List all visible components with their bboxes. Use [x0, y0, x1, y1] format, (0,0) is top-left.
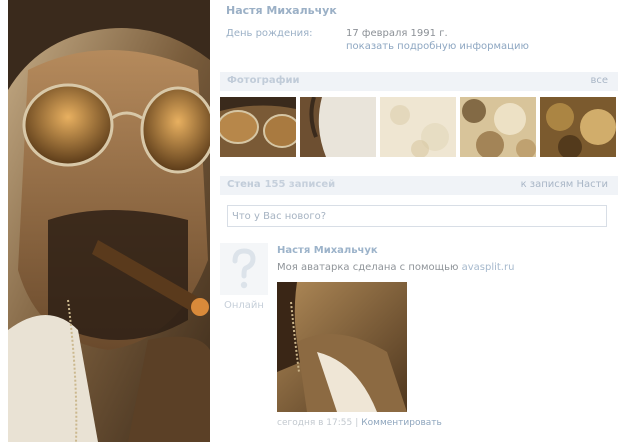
question-mark-icon	[220, 243, 268, 295]
post-author-avatar[interactable]	[220, 243, 268, 295]
post-link[interactable]: avasplit.ru	[462, 262, 515, 273]
online-status: Онлайн	[224, 300, 264, 311]
photos-title[interactable]: Фотографии	[227, 75, 300, 86]
photo-thumbnail[interactable]	[540, 97, 616, 157]
birthday-value: 17 февраля 1991 г.	[346, 28, 448, 39]
post-time: сегодня в 17:55	[277, 418, 353, 428]
comment-link[interactable]: Комментировать	[361, 418, 442, 428]
post-text: Моя аватарка сделана с помощью avasplit.…	[277, 262, 515, 273]
wall-post-input[interactable]	[228, 206, 606, 226]
wall-section-header: Стена 155 записей к записям Насти	[220, 176, 618, 195]
profile-name: Настя Михальчук	[226, 4, 337, 17]
photo-thumbnail[interactable]	[460, 97, 536, 157]
wall-to-notes-link[interactable]: к записям Насти	[521, 179, 608, 190]
photos-section-header: Фотографии все	[220, 72, 618, 91]
post-image[interactable]	[277, 282, 407, 412]
wall-count: 155 записей	[264, 179, 336, 190]
post-meta: сегодня в 17:55 | Комментировать	[277, 418, 442, 428]
post-meta-separator: |	[355, 418, 359, 428]
profile-avatar-photo[interactable]	[8, 0, 210, 442]
post-author-name[interactable]: Настя Михальчук	[277, 245, 378, 256]
wall-title[interactable]: Стена 155 записей	[227, 179, 335, 190]
photos-all-link[interactable]: все	[590, 75, 608, 86]
more-info-link[interactable]: показать подробную информацию	[346, 41, 529, 52]
wall-post-input-wrapper	[227, 205, 607, 227]
birthday-label: День рождения:	[226, 28, 313, 39]
photo-thumbnail[interactable]	[220, 97, 296, 157]
photo-thumbnail[interactable]	[380, 97, 456, 157]
photo-thumbnail[interactable]	[300, 97, 376, 157]
